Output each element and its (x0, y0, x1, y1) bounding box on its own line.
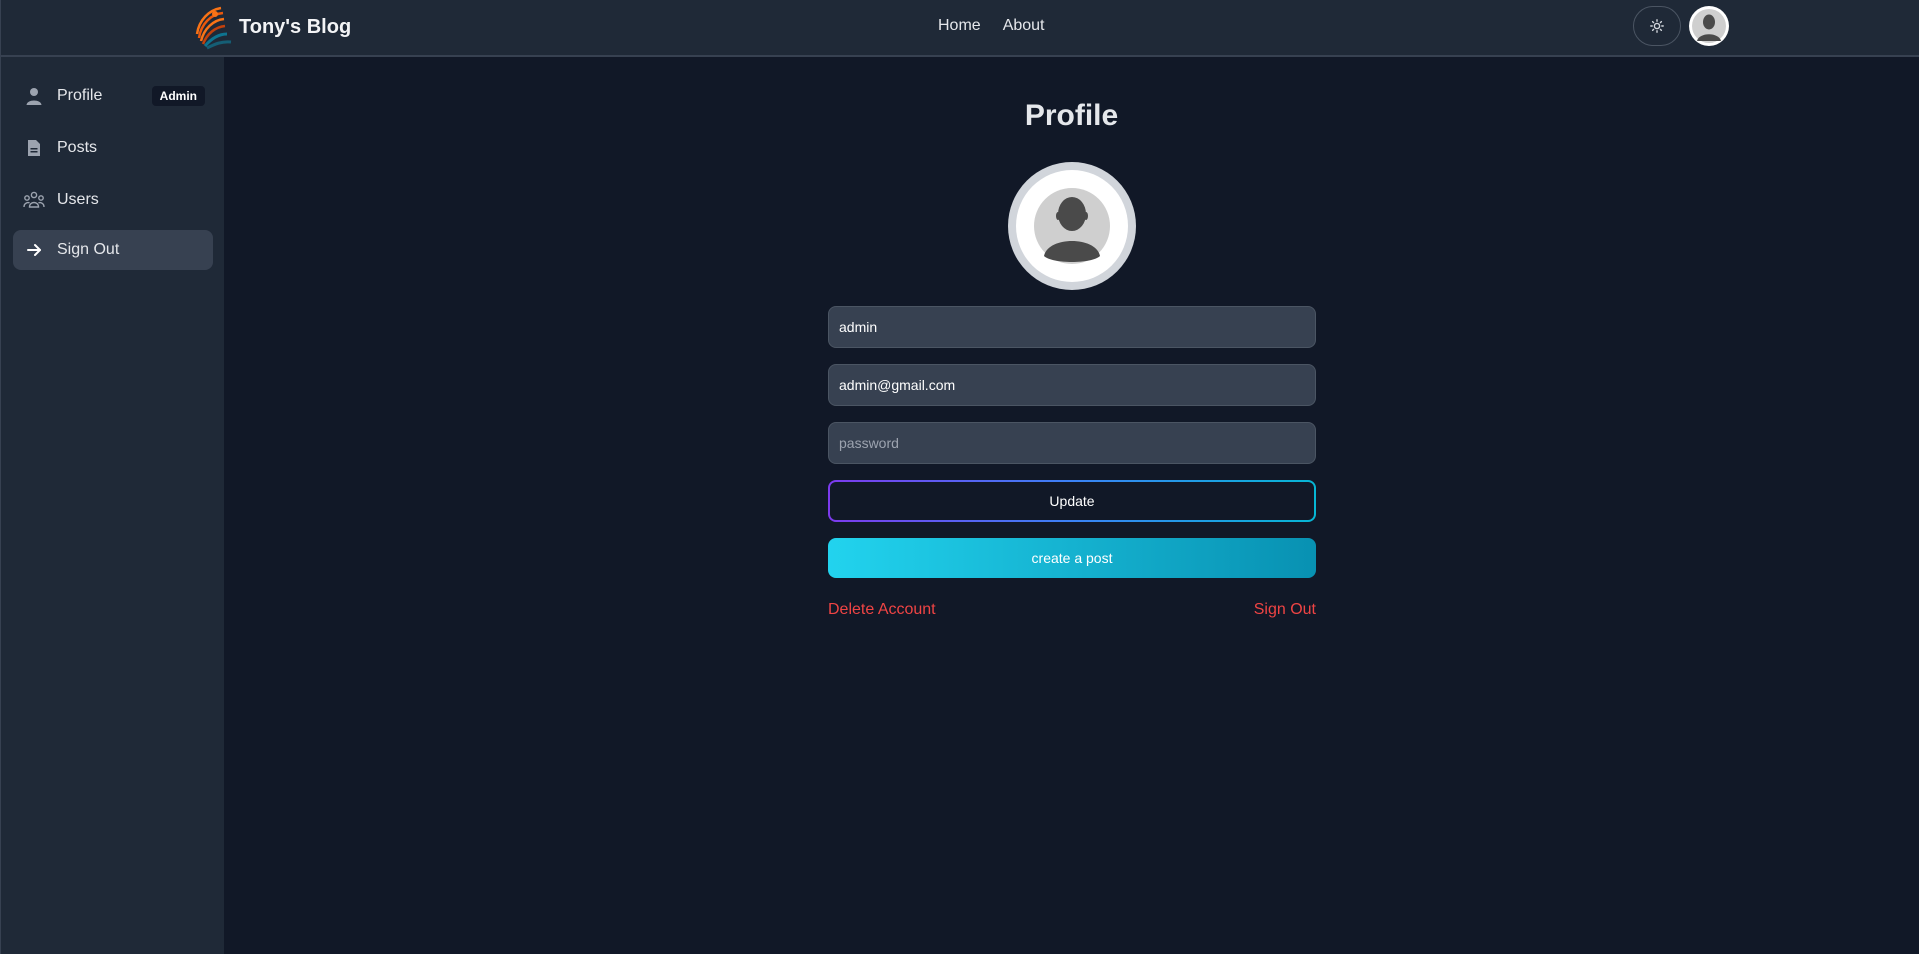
email-field[interactable] (828, 364, 1316, 406)
user-avatar-icon (1692, 9, 1726, 43)
brand-title: Tony's Blog (239, 15, 352, 38)
delete-account-link[interactable]: Delete Account (828, 601, 936, 619)
sidebar-item-users[interactable]: Users (13, 180, 213, 220)
role-badge: Admin (151, 86, 205, 106)
arrow-right-icon (22, 238, 46, 262)
users-group-icon (22, 188, 46, 212)
update-button-label: Update (830, 482, 1314, 520)
brand-link[interactable]: Tony's Blog (191, 4, 351, 50)
user-icon (22, 84, 46, 108)
nav-link-home[interactable]: Home (938, 17, 981, 35)
sidebar-item-posts[interactable]: Posts (13, 128, 213, 168)
theme-toggle-button[interactable] (1633, 6, 1681, 46)
main-content: Profile Update create a post Delete Acco… (224, 57, 1919, 954)
sidebar-item-sign-out[interactable]: Sign Out (13, 230, 213, 270)
profile-picture[interactable] (1008, 162, 1136, 290)
user-avatar-icon (1034, 188, 1110, 264)
update-button[interactable]: Update (828, 480, 1316, 522)
sidebar-item-profile[interactable]: Profile Admin (13, 76, 213, 116)
document-icon (22, 136, 46, 160)
sidebar: Profile Admin Posts Users Sign Out (0, 57, 224, 954)
sidebar-item-label: Sign Out (57, 241, 120, 258)
profile-picture-inner (1016, 170, 1128, 282)
sign-out-link[interactable]: Sign Out (1254, 601, 1316, 619)
password-field[interactable] (828, 422, 1316, 464)
create-post-button[interactable]: create a post (828, 538, 1316, 578)
sidebar-item-label: Posts (57, 139, 98, 156)
sun-icon (1650, 19, 1664, 33)
fan-logo-icon (195, 6, 232, 50)
user-avatar-button[interactable] (1689, 6, 1729, 46)
top-navbar: Tony's Blog Home About (0, 0, 1919, 57)
sidebar-item-label: Profile (57, 87, 103, 104)
nav-link-about[interactable]: About (1003, 17, 1045, 35)
page-title: Profile (1024, 99, 1119, 132)
main-nav: Home About (938, 17, 1045, 35)
sidebar-item-label: Users (57, 191, 99, 208)
username-field[interactable] (828, 306, 1316, 348)
